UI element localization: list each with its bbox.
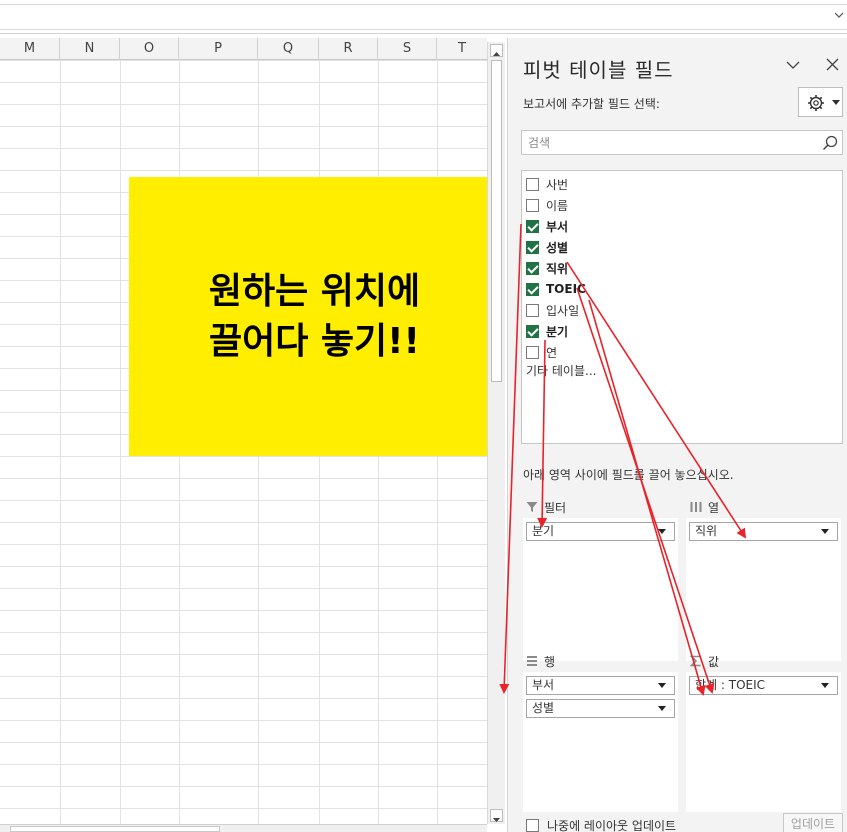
callout-note: 원하는 위치에 끌어다 놓기!! (129, 177, 500, 456)
field-checkbox[interactable] (526, 198, 539, 212)
column-header-r[interactable]: R (319, 38, 378, 60)
field-label: 입사일 (546, 303, 580, 318)
field-checkbox[interactable] (526, 219, 539, 233)
column-header-p[interactable]: P (179, 38, 258, 60)
field-checkbox[interactable] (526, 177, 539, 191)
column-header-m[interactable]: M (0, 38, 60, 60)
triangle-up-icon (493, 52, 500, 56)
field-item[interactable]: 연 (526, 342, 557, 362)
field-checkbox[interactable] (526, 303, 539, 317)
chip-label: 합계 : TOEIC (695, 678, 766, 692)
field-item[interactable]: 분기 (526, 321, 568, 341)
scroll-down-button[interactable] (490, 809, 503, 822)
field-label: 직위 (546, 261, 569, 276)
columns-icon (690, 502, 702, 512)
column-header-o[interactable]: O (120, 38, 179, 60)
columns-chip[interactable]: 직위 (689, 522, 838, 541)
rows-area-title: 행 (544, 654, 556, 669)
more-tables-link[interactable]: 기타 테이블... (526, 362, 596, 379)
field-label: 성별 (546, 240, 569, 255)
field-checkbox[interactable] (526, 240, 539, 254)
field-item[interactable]: TOEIC (526, 279, 586, 299)
filter-area-title: 필터 (544, 500, 567, 515)
tools-button[interactable] (798, 87, 843, 117)
defer-update-row[interactable]: 나중에 레이아웃 업데이트 (526, 817, 676, 832)
triangle-down-icon (493, 818, 500, 822)
values-drop-area[interactable]: 합계 : TOEIC (686, 672, 841, 812)
field-item[interactable]: 직위 (526, 258, 568, 278)
pane-title: 피벗 테이블 필드 (523, 58, 674, 82)
chevron-down-icon[interactable] (658, 529, 666, 534)
rows-drop-area[interactable]: 부서 성별 (523, 672, 678, 812)
columns-area-title: 열 (708, 500, 720, 515)
rows-chip[interactable]: 부서 (526, 676, 675, 695)
chip-label: 직위 (695, 524, 718, 538)
field-label: 분기 (546, 324, 569, 339)
chip-label: 부서 (532, 678, 555, 692)
chevron-down-icon[interactable] (658, 706, 666, 711)
scroll-up-button[interactable] (490, 44, 503, 57)
filter-area-header: 필터 (526, 497, 566, 517)
close-icon[interactable] (826, 58, 839, 71)
update-button[interactable]: 업데이트 (783, 813, 843, 832)
pane-subtitle: 보고서에 추가할 필드 선택: (523, 97, 660, 111)
formula-bar (0, 0, 847, 34)
pivot-field-pane: 피벗 테이블 필드 보고서에 추가할 필드 선택: 사번 이름 부서 성별 직위 (507, 38, 847, 832)
field-label: 사번 (546, 177, 569, 192)
chevron-down-icon[interactable] (658, 683, 666, 688)
field-checkbox[interactable] (526, 261, 539, 275)
scroll-thumb[interactable] (491, 60, 502, 382)
values-area-title: 값 (708, 654, 720, 669)
field-label: TOEIC (546, 282, 586, 296)
column-header-q[interactable]: Q (258, 38, 319, 60)
columns-area-header: 열 (690, 497, 719, 517)
formula-input[interactable] (0, 4, 847, 30)
field-item[interactable]: 입사일 (526, 300, 579, 320)
chevron-down-icon[interactable] (821, 683, 829, 688)
callout-line-2: 끌어다 놓기!! (209, 320, 420, 362)
field-item[interactable]: 이름 (526, 195, 568, 215)
gear-icon (808, 95, 824, 111)
columns-drop-area[interactable]: 직위 (686, 518, 841, 661)
field-search[interactable] (521, 130, 843, 155)
field-checkbox[interactable] (526, 345, 539, 359)
rows-icon (527, 656, 537, 666)
filter-chip[interactable]: 분기 (526, 522, 675, 541)
chip-label: 분기 (532, 524, 555, 538)
field-label: 이름 (546, 198, 569, 213)
callout-line-1: 원하는 위치에 (208, 270, 421, 312)
search-input[interactable] (528, 134, 808, 152)
field-label: 연 (546, 345, 558, 360)
rows-area-header: 행 (526, 651, 555, 671)
column-header-row: M N O P Q R S T (0, 38, 487, 60)
field-label: 부서 (546, 219, 569, 234)
vertical-scrollbar[interactable] (487, 42, 505, 824)
chevron-down-icon[interactable] (835, 11, 843, 19)
filter-icon (526, 502, 538, 512)
hscroll-thumb[interactable] (10, 826, 220, 832)
chevron-down-icon[interactable] (821, 529, 829, 534)
column-header-n[interactable]: N (60, 38, 120, 60)
chip-label: 성별 (532, 701, 555, 715)
values-area-header: 값 (690, 651, 719, 671)
values-chip[interactable]: 합계 : TOEIC (689, 676, 838, 695)
chevron-down-icon[interactable] (786, 58, 800, 72)
field-item[interactable]: 부서 (526, 216, 568, 236)
field-checkbox[interactable] (526, 282, 539, 296)
sigma-icon (690, 655, 701, 667)
dropdown-caret (832, 100, 840, 105)
defer-update-checkbox[interactable] (526, 819, 539, 832)
search-icon (822, 135, 838, 151)
rows-chip[interactable]: 성별 (526, 699, 675, 718)
column-header-t[interactable]: T (437, 38, 487, 60)
filter-drop-area[interactable]: 분기 (523, 518, 678, 661)
drag-hint-text: 아래 영역 사이에 필드를 끌어 놓으십시오. (523, 468, 734, 482)
defer-update-label: 나중에 레이아웃 업데이트 (547, 819, 677, 832)
field-list[interactable]: 사번 이름 부서 성별 직위 TOEIC 입사일 분기 연 기타 테이블... (521, 170, 843, 444)
field-item[interactable]: 사번 (526, 174, 568, 194)
field-checkbox[interactable] (526, 324, 539, 338)
column-header-s[interactable]: S (378, 38, 437, 60)
field-item[interactable]: 성별 (526, 237, 568, 257)
horizontal-scrollbar[interactable] (0, 824, 487, 832)
